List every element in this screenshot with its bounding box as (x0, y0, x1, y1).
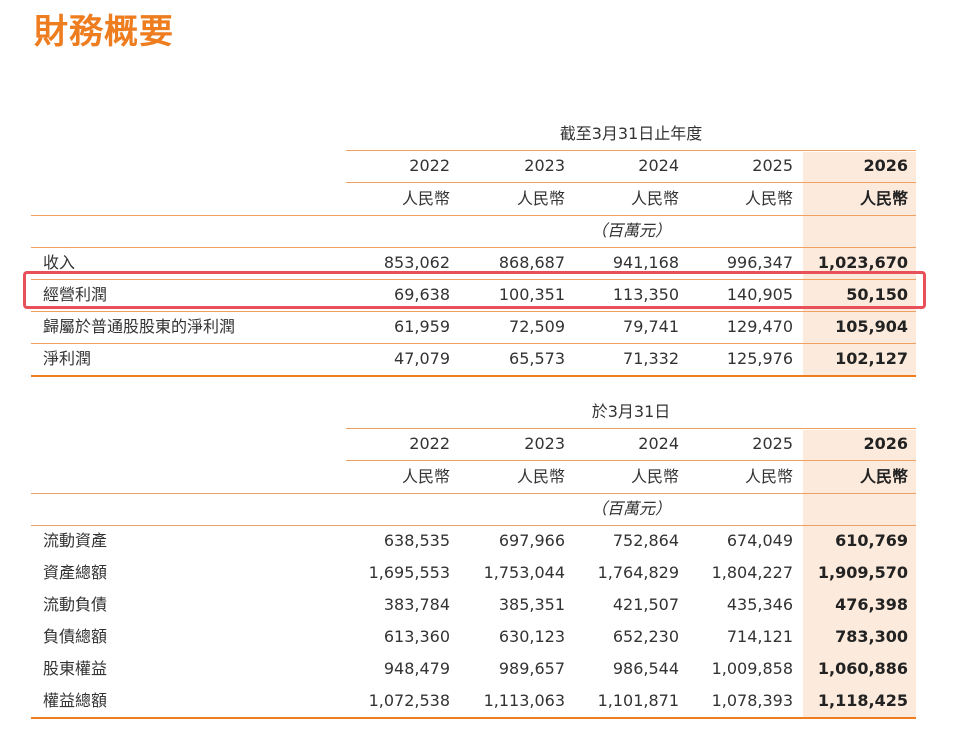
income-period-label: 截至3月31日止年度 (559, 124, 703, 143)
unit-label: （百萬元） (590, 221, 671, 240)
unit-label: （百萬元） (590, 499, 671, 518)
value-cell: 783,300 (835, 627, 908, 646)
row-label: 流動負債 (43, 595, 108, 614)
year-header-row: 2022 2023 2024 2025 2026 (31, 150, 916, 182)
currency-label: 人民幣 (744, 467, 793, 486)
table-row: 股東權益 948,479 989,657 986,544 1,009,858 1… (31, 653, 916, 685)
row-label: 股東權益 (43, 659, 108, 678)
value-cell: 610,769 (835, 531, 908, 550)
table-row: 權益總額 1,072,538 1,113,063 1,101,871 1,078… (31, 685, 916, 717)
year-2025: 2025 (752, 434, 793, 453)
value-cell: 1,804,227 (711, 563, 793, 582)
table-row: 歸屬於普通股股東的淨利潤 61,959 72,509 79,741 129,47… (31, 311, 916, 343)
year-2023: 2023 (524, 156, 565, 175)
value-cell: 714,121 (726, 627, 793, 646)
value-cell: 383,784 (383, 595, 450, 614)
row-label: 淨利潤 (43, 349, 92, 368)
value-cell: 421,507 (612, 595, 679, 614)
year-2023: 2023 (524, 434, 565, 453)
table-row: 資產總額 1,695,553 1,753,044 1,764,829 1,804… (31, 557, 916, 589)
currency-label: 人民幣 (516, 467, 565, 486)
currency-label: 人民幣 (401, 189, 450, 208)
value-cell: 385,351 (498, 595, 565, 614)
currency-row: 人民幣 人民幣 人民幣 人民幣 人民幣 (31, 461, 916, 493)
value-cell: 752,864 (612, 531, 679, 550)
year-2024: 2024 (638, 156, 679, 175)
value-cell: 630,123 (498, 627, 565, 646)
value-cell: 79,741 (623, 317, 679, 336)
year-header-row: 2022 2023 2024 2025 2026 (31, 428, 916, 460)
currency-label: 人民幣 (630, 467, 679, 486)
row-label: 資產總額 (43, 563, 108, 582)
value-cell: 102,127 (835, 349, 908, 368)
value-cell: 1,909,570 (817, 563, 908, 582)
highlight-box-operating-profit (23, 271, 926, 309)
value-cell: 1,101,871 (597, 691, 679, 710)
currency-label: 人民幣 (744, 189, 793, 208)
value-cell: 652,230 (612, 627, 679, 646)
currency-label: 人民幣 (859, 467, 908, 486)
currency-label: 人民幣 (859, 189, 908, 208)
year-2022: 2022 (409, 156, 450, 175)
balance-period-label: 於3月31日 (591, 402, 671, 421)
value-cell: 697,966 (498, 531, 565, 550)
currency-label: 人民幣 (630, 189, 679, 208)
value-cell: 61,959 (394, 317, 450, 336)
value-cell: 47,079 (394, 349, 450, 368)
table-row: 負債總額 613,360 630,123 652,230 714,121 783… (31, 621, 916, 653)
value-cell: 1,072,538 (368, 691, 450, 710)
value-cell: 948,479 (383, 659, 450, 678)
value-cell: 65,573 (509, 349, 565, 368)
income-table: 截至3月31日止年度 2022 2023 2024 2025 2026 人民幣 … (31, 118, 916, 378)
table-row: 流動資產 638,535 697,966 752,864 674,049 610… (31, 525, 916, 557)
year-2026: 2026 (863, 434, 908, 453)
value-cell: 613,360 (383, 627, 450, 646)
year-2022: 2022 (409, 434, 450, 453)
page-title: 財務概要 (34, 12, 174, 52)
value-cell: 1,060,886 (817, 659, 908, 678)
year-2026: 2026 (863, 156, 908, 175)
value-cell: 476,398 (835, 595, 908, 614)
value-cell: 1,764,829 (597, 563, 679, 582)
value-cell: 1,113,063 (483, 691, 565, 710)
table-bottom-rule (31, 375, 916, 377)
value-cell: 72,509 (509, 317, 565, 336)
row-label: 負債總額 (43, 627, 108, 646)
value-cell: 1,118,425 (817, 691, 908, 710)
value-cell: 1,009,858 (711, 659, 793, 678)
table-bottom-rule (31, 717, 916, 719)
balance-table: 於3月31日 2022 2023 2024 2025 2026 人民幣 人民幣 … (31, 396, 916, 721)
year-2024: 2024 (638, 434, 679, 453)
value-cell: 129,470 (726, 317, 793, 336)
value-cell: 1,078,393 (711, 691, 793, 710)
value-cell: 435,346 (726, 595, 793, 614)
currency-row: 人民幣 人民幣 人民幣 人民幣 人民幣 (31, 183, 916, 215)
currency-label: 人民幣 (401, 467, 450, 486)
value-cell: 989,657 (498, 659, 565, 678)
value-cell: 1,695,553 (368, 563, 450, 582)
table-row: 流動負債 383,784 385,351 421,507 435,346 476… (31, 589, 916, 621)
value-cell: 674,049 (726, 531, 793, 550)
row-label: 歸屬於普通股股東的淨利潤 (43, 317, 236, 336)
value-cell: 125,976 (726, 349, 793, 368)
value-cell: 986,544 (612, 659, 679, 678)
value-cell: 71,332 (623, 349, 679, 368)
year-2025: 2025 (752, 156, 793, 175)
row-label: 權益總額 (43, 691, 108, 710)
currency-label: 人民幣 (516, 189, 565, 208)
value-cell: 1,753,044 (483, 563, 565, 582)
value-cell: 105,904 (835, 317, 908, 336)
table-row: 淨利潤 47,079 65,573 71,332 125,976 102,127 (31, 343, 916, 375)
value-cell: 638,535 (383, 531, 450, 550)
row-label: 流動資產 (43, 531, 108, 550)
